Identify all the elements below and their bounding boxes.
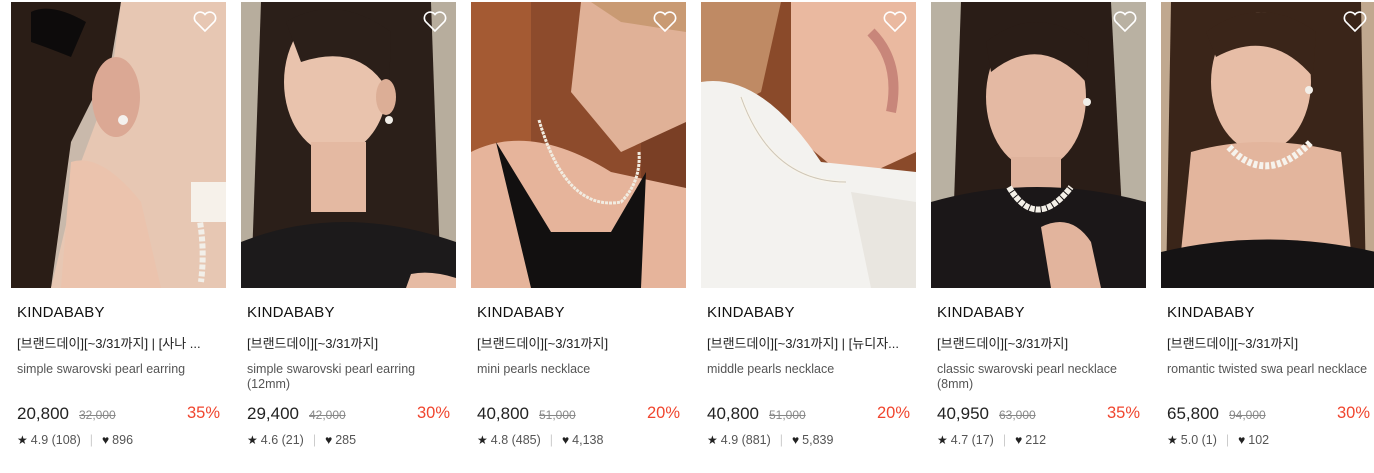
price-row: 40,950 63,000 35% bbox=[937, 404, 1140, 426]
product-image[interactable] bbox=[1161, 2, 1374, 288]
product-title[interactable]: [브랜드데이][~3/31까지] bbox=[937, 333, 1142, 352]
product-subtitle[interactable]: mini pearls necklace bbox=[477, 362, 682, 377]
product-title[interactable]: [브랜드데이][~3/31까지] bbox=[477, 333, 682, 352]
product-subtitle[interactable]: middle pearls necklace bbox=[707, 362, 912, 377]
discount-rate: 20% bbox=[646, 404, 680, 422]
sale-price: 40,800 bbox=[477, 404, 529, 423]
heart-outline-icon[interactable] bbox=[422, 10, 448, 34]
rating-row: ★ 4.7 (17) | ♥ 212 bbox=[937, 433, 1046, 447]
divider: | bbox=[312, 433, 317, 447]
original-price: 51,000 bbox=[539, 408, 576, 422]
product-title[interactable]: [브랜드데이][~3/31까지] | [사나 ... bbox=[17, 333, 222, 352]
original-price: 63,000 bbox=[999, 408, 1036, 422]
discount-rate: 30% bbox=[1336, 404, 1370, 422]
star-icon: ★ bbox=[1167, 433, 1178, 447]
divider: | bbox=[1002, 433, 1007, 447]
brand-name[interactable]: KINDABABY bbox=[1167, 304, 1255, 321]
price-row: 40,800 51,000 20% bbox=[477, 404, 680, 426]
rating-row: ★ 4.6 (21) | ♥ 285 bbox=[247, 433, 356, 447]
star-icon: ★ bbox=[707, 433, 718, 447]
rating-row: ★ 4.9 (108) | ♥ 896 bbox=[17, 433, 133, 447]
product-image[interactable] bbox=[701, 2, 916, 288]
product-card[interactable]: KINDABABY [브랜드데이][~3/31까지] | [사나 ... sim… bbox=[11, 0, 226, 473]
price-row: 29,400 42,000 30% bbox=[247, 404, 450, 426]
price-row: 20,800 32,000 35% bbox=[17, 404, 220, 426]
product-image[interactable] bbox=[931, 2, 1146, 288]
rating-row: ★ 5.0 (1) | ♥ 102 bbox=[1167, 433, 1269, 447]
price-row: 40,800 51,000 20% bbox=[707, 404, 910, 426]
star-icon: ★ bbox=[17, 433, 28, 447]
product-card[interactable]: KINDABABY [브랜드데이][~3/31까지] mini pearls n… bbox=[471, 0, 686, 473]
brand-name[interactable]: KINDABABY bbox=[477, 304, 565, 321]
original-price: 32,000 bbox=[79, 408, 116, 422]
likes-count: 285 bbox=[335, 433, 357, 447]
product-grid: KINDABABY [브랜드데이][~3/31까지] | [사나 ... sim… bbox=[0, 0, 1374, 473]
product-subtitle[interactable]: classic swarovski pearl necklace (8mm) bbox=[937, 362, 1142, 392]
product-title[interactable]: [브랜드데이][~3/31까지] | [뉴디자... bbox=[707, 333, 912, 352]
sale-price: 20,800 bbox=[17, 404, 69, 423]
likes-count: 102 bbox=[1248, 433, 1270, 447]
likes-count: 4,138 bbox=[572, 433, 604, 447]
heart-outline-icon[interactable] bbox=[1112, 10, 1138, 34]
discount-rate: 35% bbox=[1106, 404, 1140, 422]
rating-row: ★ 4.9 (881) | ♥ 5,839 bbox=[707, 433, 833, 447]
heart-outline-icon[interactable] bbox=[882, 10, 908, 34]
rating-value: 4.8 (485) bbox=[490, 433, 541, 447]
heart-outline-icon[interactable] bbox=[1342, 10, 1368, 34]
original-price: 94,000 bbox=[1229, 408, 1266, 422]
heart-filled-icon: ♥ bbox=[325, 433, 333, 447]
rating-value: 5.0 (1) bbox=[1180, 433, 1217, 447]
likes-count: 212 bbox=[1025, 433, 1047, 447]
brand-name[interactable]: KINDABABY bbox=[17, 304, 105, 321]
heart-outline-icon[interactable] bbox=[652, 10, 678, 34]
divider: | bbox=[1225, 433, 1230, 447]
product-card[interactable]: KINDABABY [브랜드데이][~3/31까지] classic swaro… bbox=[931, 0, 1146, 473]
star-icon: ★ bbox=[477, 433, 488, 447]
original-price: 51,000 bbox=[769, 408, 806, 422]
divider: | bbox=[89, 433, 94, 447]
discount-rate: 20% bbox=[876, 404, 910, 422]
brand-name[interactable]: KINDABABY bbox=[937, 304, 1025, 321]
heart-filled-icon: ♥ bbox=[1238, 433, 1246, 447]
product-subtitle[interactable]: simple swarovski pearl earring (12mm) bbox=[247, 362, 452, 392]
product-image[interactable] bbox=[11, 2, 226, 288]
likes-count: 896 bbox=[112, 433, 134, 447]
star-icon: ★ bbox=[247, 433, 258, 447]
discount-rate: 30% bbox=[416, 404, 450, 422]
heart-outline-icon[interactable] bbox=[192, 10, 218, 34]
product-image[interactable] bbox=[471, 2, 686, 288]
sale-price: 40,950 bbox=[937, 404, 989, 423]
divider: | bbox=[779, 433, 784, 447]
sale-price: 65,800 bbox=[1167, 404, 1219, 423]
rating-row: ★ 4.8 (485) | ♥ 4,138 bbox=[477, 433, 603, 447]
heart-filled-icon: ♥ bbox=[562, 433, 570, 447]
sale-price: 40,800 bbox=[707, 404, 759, 423]
sale-price: 29,400 bbox=[247, 404, 299, 423]
original-price: 42,000 bbox=[309, 408, 346, 422]
product-card[interactable]: KINDABABY [브랜드데이][~3/31까지] romantic twis… bbox=[1161, 0, 1374, 473]
product-card[interactable]: KINDABABY [브랜드데이][~3/31까지] simple swarov… bbox=[241, 0, 456, 473]
discount-rate: 35% bbox=[186, 404, 220, 422]
product-title[interactable]: [브랜드데이][~3/31까지] bbox=[1167, 333, 1372, 352]
product-card[interactable]: KINDABABY [브랜드데이][~3/31까지] | [뉴디자... mid… bbox=[701, 0, 916, 473]
brand-name[interactable]: KINDABABY bbox=[707, 304, 795, 321]
product-subtitle[interactable]: romantic twisted swa pearl necklace bbox=[1167, 362, 1372, 377]
heart-filled-icon: ♥ bbox=[102, 433, 110, 447]
divider: | bbox=[549, 433, 554, 447]
product-subtitle[interactable]: simple swarovski pearl earring bbox=[17, 362, 222, 377]
product-title[interactable]: [브랜드데이][~3/31까지] bbox=[247, 333, 452, 352]
rating-value: 4.9 (881) bbox=[720, 433, 771, 447]
rating-value: 4.9 (108) bbox=[30, 433, 81, 447]
rating-value: 4.6 (21) bbox=[260, 433, 304, 447]
star-icon: ★ bbox=[937, 433, 948, 447]
heart-filled-icon: ♥ bbox=[1015, 433, 1023, 447]
rating-value: 4.7 (17) bbox=[950, 433, 994, 447]
price-row: 65,800 94,000 30% bbox=[1167, 404, 1370, 426]
brand-name[interactable]: KINDABABY bbox=[247, 304, 335, 321]
heart-filled-icon: ♥ bbox=[792, 433, 800, 447]
product-image[interactable] bbox=[241, 2, 456, 288]
likes-count: 5,839 bbox=[802, 433, 834, 447]
